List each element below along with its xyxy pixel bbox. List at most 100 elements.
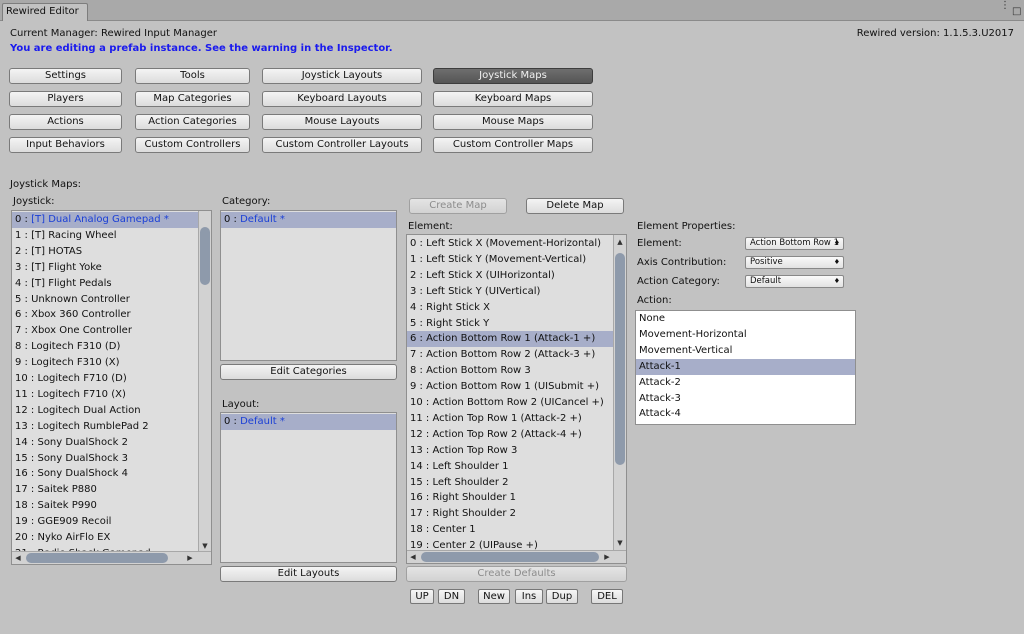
element-hscroll-thumb[interactable] bbox=[421, 552, 599, 562]
joystick-item[interactable]: 14 : Sony DualShock 2 bbox=[12, 435, 200, 451]
keyboard-maps-button[interactable]: Keyboard Maps bbox=[433, 91, 593, 107]
action-category-dropdown[interactable]: Default ♦ bbox=[745, 275, 844, 288]
element-item[interactable]: 7 : Action Bottom Row 2 (Attack-3 +) bbox=[407, 347, 614, 363]
joystick-item[interactable]: 7 : Xbox One Controller bbox=[12, 323, 200, 339]
joystick-item[interactable]: 1 : [T] Racing Wheel bbox=[12, 228, 200, 244]
insert-element-button[interactable]: Ins bbox=[515, 589, 543, 604]
layout-list[interactable]: 0 : Default * bbox=[220, 412, 397, 563]
element-item[interactable]: 9 : Action Bottom Row 1 (UISubmit +) bbox=[407, 379, 614, 395]
joystick-maps-button[interactable]: Joystick Maps bbox=[433, 68, 593, 84]
joystick-item[interactable]: 17 : Saitek P880 bbox=[12, 482, 200, 498]
scroll-left-arrow-icon[interactable]: ◀ bbox=[12, 553, 24, 563]
joystick-item[interactable]: 5 : Unknown Controller bbox=[12, 292, 200, 308]
joystick-hscroll-thumb[interactable] bbox=[26, 553, 168, 563]
action-item[interactable]: Movement-Horizontal bbox=[636, 327, 855, 343]
element-list[interactable]: 0 : Left Stick X (Movement-Horizontal) 1 … bbox=[406, 234, 627, 564]
joystick-item[interactable]: 20 : Nyko AirFlo EX bbox=[12, 530, 200, 546]
action-item[interactable]: Movement-Vertical bbox=[636, 343, 855, 359]
element-item[interactable]: 10 : Action Bottom Row 2 (UICancel +) bbox=[407, 395, 614, 411]
custom-controller-layouts-button[interactable]: Custom Controller Layouts bbox=[262, 137, 422, 153]
element-item[interactable]: 12 : Action Top Row 2 (Attack-4 +) bbox=[407, 427, 614, 443]
joystick-list[interactable]: 0 : [T] Dual Analog Gamepad * 1 : [T] Rac… bbox=[11, 210, 212, 565]
action-item[interactable]: Attack-1 bbox=[636, 358, 855, 375]
create-defaults-button[interactable]: Create Defaults bbox=[406, 566, 627, 582]
element-item[interactable]: 16 : Right Shoulder 1 bbox=[407, 490, 614, 506]
joystick-item[interactable]: 8 : Logitech F310 (D) bbox=[12, 339, 200, 355]
scroll-down-arrow-icon[interactable]: ▼ bbox=[614, 538, 626, 548]
axis-contribution-dropdown[interactable]: Positive ♦ bbox=[745, 256, 844, 269]
joystick-item[interactable]: 0 : [T] Dual Analog Gamepad * bbox=[12, 212, 200, 228]
element-item[interactable]: 13 : Action Top Row 3 bbox=[407, 443, 614, 459]
category-item[interactable]: 0 : Default * bbox=[221, 212, 396, 228]
duplicate-element-button[interactable]: Dup bbox=[546, 589, 578, 604]
element-item[interactable]: 1 : Left Stick Y (Movement-Vertical) bbox=[407, 252, 614, 268]
element-item[interactable]: 2 : Left Stick X (UIHorizontal) bbox=[407, 268, 614, 284]
joystick-item[interactable]: 10 : Logitech F710 (D) bbox=[12, 371, 200, 387]
joystick-item[interactable]: 19 : GGE909 Recoil bbox=[12, 514, 200, 530]
delete-element-button[interactable]: DEL bbox=[591, 589, 623, 604]
menu-icon[interactable]: ⋮ bbox=[1000, 0, 1010, 11]
element-item[interactable]: 17 : Right Shoulder 2 bbox=[407, 506, 614, 522]
element-item[interactable]: 14 : Left Shoulder 1 bbox=[407, 459, 614, 475]
map-categories-button[interactable]: Map Categories bbox=[135, 91, 250, 107]
element-item[interactable]: 0 : Left Stick X (Movement-Horizontal) bbox=[407, 236, 614, 252]
tab-rewired-editor[interactable]: Rewired Editor bbox=[2, 3, 88, 21]
scroll-right-arrow-icon[interactable]: ▶ bbox=[184, 553, 196, 563]
joystick-item[interactable]: 18 : Saitek P990 bbox=[12, 498, 200, 514]
joystick-item[interactable]: 6 : Xbox 360 Controller bbox=[12, 307, 200, 323]
edit-categories-button[interactable]: Edit Categories bbox=[220, 364, 397, 380]
element-item[interactable]: 4 : Right Stick X bbox=[407, 300, 614, 316]
action-item[interactable]: Attack-2 bbox=[636, 375, 855, 391]
joystick-vscrollbar[interactable]: ▼ bbox=[198, 211, 211, 552]
element-item[interactable]: 3 : Left Stick Y (UIVertical) bbox=[407, 284, 614, 300]
joystick-item[interactable]: 16 : Sony DualShock 4 bbox=[12, 466, 200, 482]
joystick-item[interactable]: 15 : Sony DualShock 3 bbox=[12, 451, 200, 467]
element-vscrollbar[interactable]: ▲ ▼ bbox=[613, 235, 626, 551]
joystick-item[interactable]: 3 : [T] Flight Yoke bbox=[12, 260, 200, 276]
edit-layouts-button[interactable]: Edit Layouts bbox=[220, 566, 397, 582]
action-list[interactable]: None Movement-Horizontal Movement-Vertical… bbox=[635, 310, 856, 425]
joystick-item[interactable]: 13 : Logitech RumblePad 2 bbox=[12, 419, 200, 435]
element-item[interactable]: 18 : Center 1 bbox=[407, 522, 614, 538]
joystick-item[interactable]: 11 : Logitech F710 (X) bbox=[12, 387, 200, 403]
joystick-layouts-button[interactable]: Joystick Layouts bbox=[262, 68, 422, 84]
scroll-right-arrow-icon[interactable]: ▶ bbox=[601, 552, 613, 562]
mouse-maps-button[interactable]: Mouse Maps bbox=[433, 114, 593, 130]
mouse-layouts-button[interactable]: Mouse Layouts bbox=[262, 114, 422, 130]
joystick-item[interactable]: 4 : [T] Flight Pedals bbox=[12, 276, 200, 292]
action-item[interactable]: Attack-4 bbox=[636, 406, 855, 422]
element-item[interactable]: 15 : Left Shoulder 2 bbox=[407, 475, 614, 491]
scroll-left-arrow-icon[interactable]: ◀ bbox=[407, 552, 419, 562]
custom-controller-maps-button[interactable]: Custom Controller Maps bbox=[433, 137, 593, 153]
delete-map-button[interactable]: Delete Map bbox=[526, 198, 624, 214]
joystick-item[interactable]: 12 : Logitech Dual Action bbox=[12, 403, 200, 419]
joystick-vscroll-thumb[interactable] bbox=[200, 227, 210, 285]
create-map-button[interactable]: Create Map bbox=[409, 198, 507, 214]
element-dropdown[interactable]: Action Bottom Row 1 ♦ bbox=[745, 237, 844, 250]
keyboard-layouts-button[interactable]: Keyboard Layouts bbox=[262, 91, 422, 107]
new-element-button[interactable]: New bbox=[478, 589, 510, 604]
action-item[interactable]: None bbox=[636, 311, 855, 327]
element-vscroll-thumb[interactable] bbox=[615, 253, 625, 465]
layout-item[interactable]: 0 : Default * bbox=[221, 414, 396, 430]
element-hscrollbar[interactable]: ◀ ▶ bbox=[407, 550, 626, 563]
joystick-item[interactable]: 2 : [T] HOTAS bbox=[12, 244, 200, 260]
custom-controllers-button[interactable]: Custom Controllers bbox=[135, 137, 250, 153]
category-list[interactable]: 0 : Default * bbox=[220, 210, 397, 361]
action-categories-button[interactable]: Action Categories bbox=[135, 114, 250, 130]
maximize-icon[interactable]: □ bbox=[1012, 6, 1021, 17]
settings-button[interactable]: Settings bbox=[9, 68, 122, 84]
tools-button[interactable]: Tools bbox=[135, 68, 250, 84]
element-item[interactable]: 5 : Right Stick Y bbox=[407, 316, 614, 332]
joystick-hscrollbar[interactable]: ◀ ▶ bbox=[12, 551, 211, 564]
actions-button[interactable]: Actions bbox=[9, 114, 122, 130]
scroll-down-arrow-icon[interactable]: ▼ bbox=[199, 541, 211, 551]
action-item[interactable]: Attack-3 bbox=[636, 391, 855, 407]
players-button[interactable]: Players bbox=[9, 91, 122, 107]
move-down-button[interactable]: DN bbox=[438, 589, 465, 604]
element-item[interactable]: 6 : Action Bottom Row 1 (Attack-1 +) bbox=[407, 331, 614, 348]
input-behaviors-button[interactable]: Input Behaviors bbox=[9, 137, 122, 153]
element-item[interactable]: 8 : Action Bottom Row 3 bbox=[407, 363, 614, 379]
element-item[interactable]: 11 : Action Top Row 1 (Attack-2 +) bbox=[407, 411, 614, 427]
scroll-up-arrow-icon[interactable]: ▲ bbox=[614, 237, 626, 247]
